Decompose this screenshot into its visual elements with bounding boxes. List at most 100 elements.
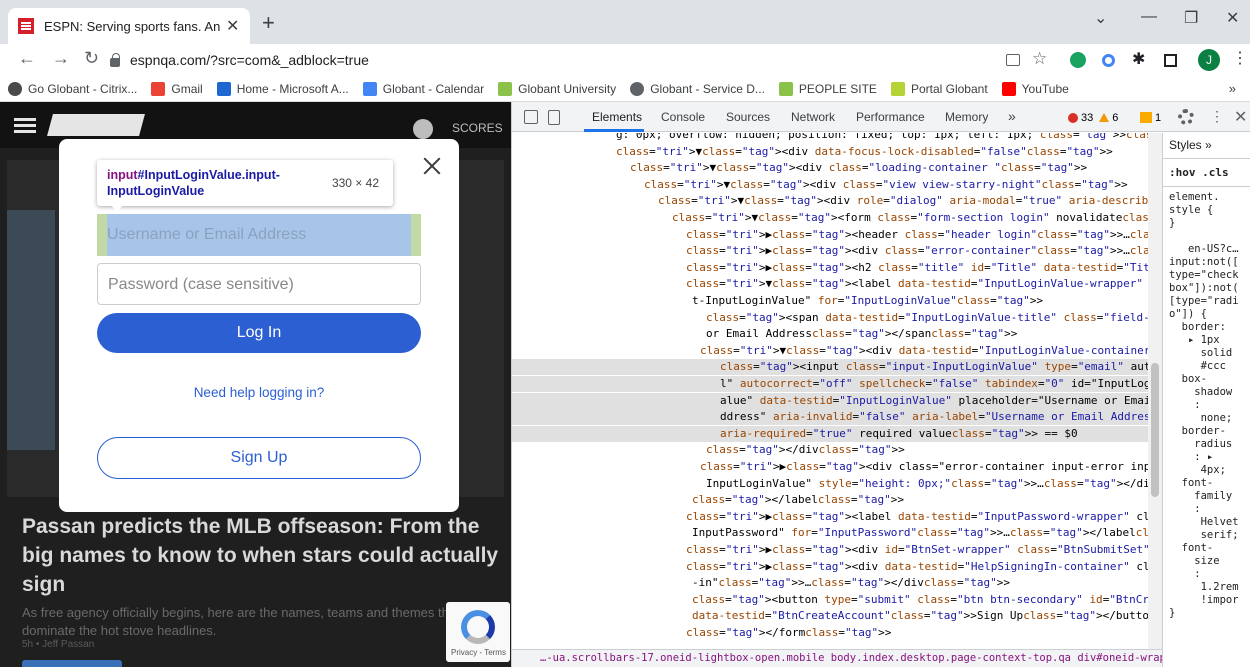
new-tab-button[interactable]: + bbox=[262, 10, 275, 36]
dom-tree-line[interactable]: class="tag"></labelclass="tag">> bbox=[512, 492, 1152, 508]
dom-tree-line[interactable]: class="tri">▶class="tag"><div class="err… bbox=[512, 243, 1152, 259]
profile-icon[interactable] bbox=[413, 119, 433, 139]
dom-tree-line[interactable]: class="tri">▶class="tag"><div id="BtnSet… bbox=[512, 542, 1152, 558]
espn-logo[interactable] bbox=[47, 114, 145, 136]
dom-tree-line[interactable]: class="tri">▼class="tag"><form class="fo… bbox=[512, 210, 1152, 226]
bookmark-star-icon[interactable]: ☆ bbox=[1032, 49, 1047, 69]
dom-tree-line[interactable]: g: 0px; overflow: hidden; position: fixe… bbox=[512, 133, 1152, 143]
share-icon[interactable] bbox=[1006, 54, 1020, 66]
error-count: 33 bbox=[1081, 111, 1094, 124]
bookmark-item[interactable]: Globant - Calendar bbox=[362, 81, 484, 96]
browser-menu-icon[interactable]: ⋮ bbox=[1232, 48, 1248, 68]
dom-breadcrumb[interactable]: …-ua.scrollbars-17.oneid-lightbox-open.m… bbox=[512, 649, 1162, 667]
scrollbar-thumb[interactable] bbox=[1151, 363, 1159, 497]
bookmarks-overflow-button[interactable]: » bbox=[1229, 81, 1236, 96]
address-bar[interactable]: espnqa.com/?src=com&_adblock=true bbox=[110, 46, 1000, 74]
recaptcha-badge[interactable]: Privacy - Terms bbox=[446, 602, 510, 662]
profile-avatar[interactable]: J bbox=[1198, 49, 1220, 71]
elements-dom-tree[interactable]: g: 0px; overflow: hidden; position: fixe… bbox=[512, 133, 1152, 649]
dom-tree-line[interactable]: t-InputLoginValue" for="InputLoginValue"… bbox=[512, 293, 1152, 309]
tab-sources[interactable]: Sources bbox=[726, 110, 770, 124]
dom-tree-line[interactable]: class="tri">▶class="tag"><div data-testi… bbox=[512, 559, 1152, 575]
dom-tree-scrollbar[interactable] bbox=[1148, 133, 1162, 649]
scores-link[interactable]: SCORES bbox=[452, 121, 503, 135]
tab-memory[interactable]: Memory bbox=[945, 110, 988, 124]
forward-arrow-icon[interactable]: → bbox=[52, 48, 70, 69]
dom-tree-line[interactable]: InputLoginValue" style="height: 0px;"cla… bbox=[512, 476, 1152, 492]
devtools-menu-icon[interactable]: ⋮ bbox=[1210, 108, 1224, 125]
microsoft-icon bbox=[216, 81, 231, 96]
dom-tree-line[interactable]: l" autocorrect="off" spellcheck="false" … bbox=[512, 376, 1152, 392]
hov-cls-toggle[interactable]: :hov .cls bbox=[1163, 159, 1250, 187]
bookmark-item[interactable]: Go Globant - Citrix... bbox=[8, 81, 137, 96]
extension-green-icon[interactable] bbox=[1070, 52, 1086, 68]
extensions-puzzle-icon[interactable]: ✱ bbox=[1132, 49, 1145, 69]
dom-tree-line[interactable]: ddress" aria-invalid="false" aria-label=… bbox=[512, 409, 1152, 426]
log-in-button[interactable]: Log In bbox=[97, 313, 421, 353]
hamburger-menu-icon[interactable] bbox=[14, 118, 36, 121]
sign-up-button[interactable]: Sign Up bbox=[97, 437, 421, 479]
back-arrow-icon[interactable]: ← bbox=[18, 48, 36, 69]
bookmark-item[interactable]: Portal Globant bbox=[890, 81, 988, 96]
dom-tree-line[interactable]: class="tri">▼class="tag"><div class="loa… bbox=[512, 160, 1152, 176]
bookmark-item[interactable]: Gmail bbox=[151, 81, 203, 96]
bookmark-label: Portal Globant bbox=[910, 81, 988, 96]
tab-performance[interactable]: Performance bbox=[856, 110, 925, 124]
styles-more-button[interactable]: » bbox=[1205, 138, 1212, 152]
device-toolbar-icon[interactable] bbox=[548, 110, 560, 125]
tab-styles[interactable]: Styles bbox=[1169, 138, 1202, 152]
dom-tree-line[interactable]: class="tri">▼class="tag"><div class="vie… bbox=[512, 177, 1152, 193]
dom-tree-line[interactable]: data-testid="BtnCreateAccount"class="tag… bbox=[512, 608, 1152, 624]
tab-console[interactable]: Console bbox=[661, 110, 705, 124]
side-panel-icon[interactable] bbox=[1164, 54, 1177, 67]
close-devtools-icon[interactable]: ✕ bbox=[1234, 107, 1247, 127]
dom-tree-line[interactable]: class="tri">▶class="tag"><header class="… bbox=[512, 227, 1152, 243]
bookmark-item[interactable]: YouTube bbox=[1001, 81, 1069, 96]
inspect-element-icon[interactable] bbox=[524, 110, 538, 124]
dom-tree-line[interactable]: or Email Addressclass="tag"></spanclass=… bbox=[512, 326, 1152, 342]
dom-tree-line[interactable]: -in"class="tag">>…class="tag"></divclass… bbox=[512, 575, 1152, 591]
bookmark-item[interactable]: Globant - Service D... bbox=[630, 81, 765, 96]
bookmark-item[interactable]: Globant University bbox=[498, 81, 616, 96]
bookmark-label: PEOPLE SITE bbox=[798, 81, 877, 96]
tab-network[interactable]: Network bbox=[791, 110, 835, 124]
tab-elements[interactable]: Elements bbox=[592, 110, 642, 124]
close-dialog-icon[interactable] bbox=[420, 154, 444, 178]
issues-counter[interactable]: 33 6 bbox=[1068, 110, 1118, 125]
dom-tree-line[interactable]: class="tri">▶class="tag"><h2 class="titl… bbox=[512, 260, 1152, 276]
tab-close-icon[interactable]: ✕ bbox=[226, 16, 239, 36]
dom-tree-line[interactable]: aria-required="true" required valueclass… bbox=[512, 425, 1152, 442]
close-window-icon[interactable]: ✕ bbox=[1226, 8, 1239, 28]
dom-tree-line[interactable]: class="tri">▼class="tag"><div data-focus… bbox=[512, 144, 1152, 160]
info-counter[interactable]: 1 bbox=[1140, 110, 1161, 125]
article-headline[interactable]: Passan predicts the MLB offseason: From … bbox=[22, 512, 502, 599]
restore-icon[interactable]: ❐ bbox=[1184, 8, 1198, 28]
dom-tree-line[interactable]: class="tri">▶class="tag"><div class="err… bbox=[512, 459, 1152, 475]
bookmark-item[interactable]: Home - Microsoft A... bbox=[216, 81, 349, 96]
dom-tree-line[interactable]: class="tag"></formclass="tag">> bbox=[512, 625, 1152, 641]
tab-search-chevron-icon[interactable]: ⌄ bbox=[1094, 8, 1107, 28]
bottom-nav-pill[interactable] bbox=[22, 660, 122, 667]
extension-blue-icon[interactable] bbox=[1102, 54, 1115, 67]
need-help-link[interactable]: Need help logging in? bbox=[97, 385, 421, 400]
reload-icon[interactable]: ↻ bbox=[84, 48, 99, 69]
dom-tree-line[interactable]: class="tri">▼class="tag"><div role="dial… bbox=[512, 193, 1152, 209]
dom-tree-line[interactable]: class="tag"><span data-testid="InputLogi… bbox=[512, 310, 1152, 326]
dom-tree-line[interactable]: InputPassword" for="InputPassword"class=… bbox=[512, 525, 1152, 541]
settings-gear-icon[interactable] bbox=[1178, 109, 1194, 125]
dom-tree-line[interactable]: class="tag"><input class="input-InputLog… bbox=[512, 359, 1152, 376]
warning-icon bbox=[1099, 113, 1110, 122]
bookmark-item[interactable]: PEOPLE SITE bbox=[778, 81, 877, 96]
browser-tab-espn[interactable]: ESPN: Serving sports fans. Anytime ✕ bbox=[8, 8, 250, 44]
more-tabs-button[interactable]: » bbox=[1008, 108, 1016, 124]
lock-icon[interactable] bbox=[110, 52, 120, 67]
dom-tree-line[interactable]: class="tag"><button type="submit" class=… bbox=[512, 592, 1152, 608]
recaptcha-privacy-terms[interactable]: Privacy - Terms bbox=[451, 648, 506, 657]
dom-tree-line[interactable]: class="tag"></divclass="tag">> bbox=[512, 442, 1152, 458]
dom-tree-line[interactable]: class="tri">▼class="tag"><label data-tes… bbox=[512, 276, 1152, 292]
dom-tree-line[interactable]: class="tri">▼class="tag"><div data-testi… bbox=[512, 343, 1152, 359]
minimize-icon[interactable]: — bbox=[1141, 8, 1157, 26]
password-placeholder: Password (case sensitive) bbox=[108, 276, 294, 293]
dom-tree-line[interactable]: alue" data-testid="InputLoginValue" plac… bbox=[512, 392, 1152, 409]
dom-tree-line[interactable]: class="tri">▶class="tag"><label data-tes… bbox=[512, 509, 1152, 525]
